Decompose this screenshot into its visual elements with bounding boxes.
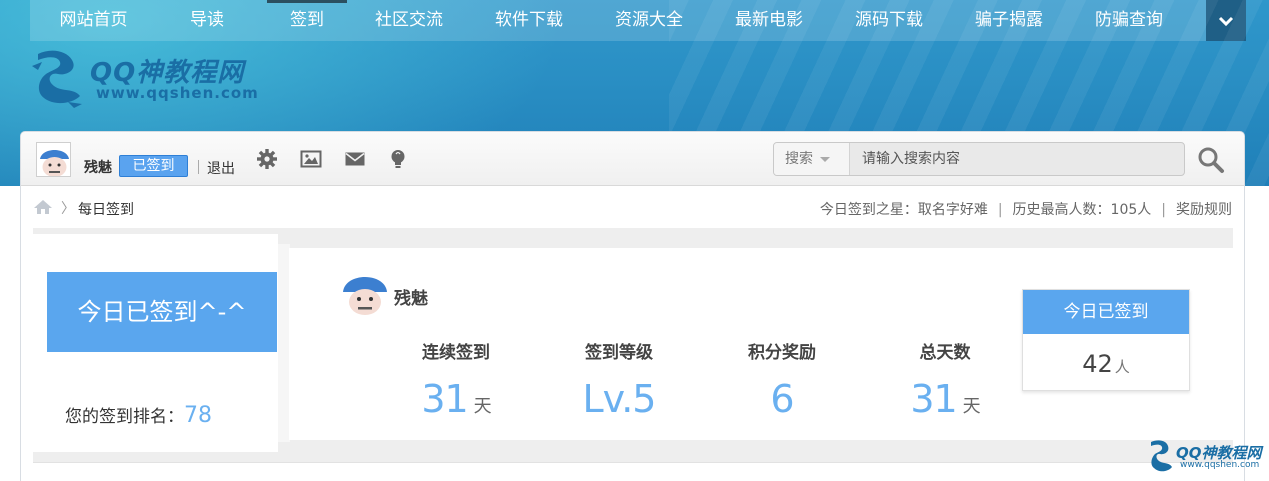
user-toolbar: 残魅 已签到 退出 搜索 请输入搜索内容 [21,132,1244,186]
home-icon[interactable] [33,199,53,215]
nav-more-button[interactable] [1206,0,1246,41]
avatar-image-icon [37,143,70,176]
stat-label: 积分奖励 [748,343,816,363]
nav-item-movies[interactable]: 最新电影 [701,0,837,41]
rank-info: 您的签到排名：78 [65,402,212,428]
sign-status-pane: 今日已签到^-^ 您的签到排名：78 [33,234,290,452]
username: 残魅 [394,289,428,309]
nav-item-guide[interactable]: 导读 [157,0,257,41]
avatar-image-icon [341,268,389,316]
nav-item-resources[interactable]: 资源大全 [597,0,701,41]
dragon-logo-icon [32,50,82,108]
stat-value: Lv.5 [582,377,657,421]
search-type-select[interactable]: 搜索 [774,143,850,175]
dragon-logo-icon [1151,440,1172,472]
nav-item-scam-check[interactable]: 防骗查询 [1077,0,1181,41]
top-navigation: 网站首页 导读 签到 社区交流 软件下载 资源大全 最新电影 源码下载 骗子揭露… [30,0,1246,41]
username[interactable]: 残魅 [84,157,112,177]
stat-label: 签到等级 [585,343,653,363]
stat-points-reward: 积分奖励 6 [722,338,842,421]
stat-value: 6 [770,377,794,421]
stat-label: 连续签到 [422,343,490,363]
stat-label: 总天数 [919,343,971,363]
signed-today-button[interactable]: 今日已签到^-^ [47,272,277,352]
nav-item-home[interactable]: 网站首页 [30,0,157,41]
stat-value: 31 天 [910,377,980,421]
today-signed-count-box: 今日已签到 42 人 [1022,289,1190,391]
nav-item-source-code[interactable]: 源码下载 [837,0,941,41]
sign-in-card: 残魅 已签到 退出 搜索 请输入搜索内容 〉 每日签到 今日签到之星：取名字好难… [20,131,1245,481]
stat-level: 签到等级 Lv.5 [559,338,679,421]
image-icon[interactable] [300,148,322,170]
signed-status-badge: 已签到 [119,155,188,177]
breadcrumb-current: 每日签到 [78,202,134,218]
today-signed-heading: 今日已签到 [1023,290,1189,334]
record-count: 历史最高人数：105人 [1012,202,1152,218]
site-logo[interactable]: QQ神教程网 www.qqshen.com [28,46,278,108]
stat-total-days: 总天数 31 天 [885,338,1005,421]
avatar[interactable] [36,142,71,177]
logo-url: www.qqshen.com [96,84,259,102]
breadcrumb-separator: 〉 [61,201,75,217]
divider [198,160,199,174]
nav-item-scam-exposure[interactable]: 骗子揭露 [941,0,1077,41]
sign-in-star: 今日签到之星：取名字好难 [819,202,988,218]
avatar[interactable] [341,268,389,316]
reward-rules-link[interactable]: 奖励规则 [1176,202,1232,218]
rank-label: 您的签到排名： [65,407,184,427]
chevron-down-icon [1218,16,1234,26]
gear-icon[interactable] [256,148,278,170]
divider: | [997,202,1003,218]
mail-icon[interactable] [344,148,366,170]
search-bar: 搜索 [773,142,1185,176]
sign-in-stats: 今日签到之星：取名字好难 | 历史最高人数：105人 | 奖励规则 [820,199,1232,219]
nav-item-community[interactable]: 社区交流 [357,0,461,41]
divider: | [1161,202,1166,218]
sign-details-pane: 残魅 连续签到 31 天 签到等级 Lv.5 积分奖励 6 总天数 31 天 今日已… [289,248,1233,440]
watermark-logo: QQ神教程网 www.qqshen.com [1146,438,1262,474]
rank-value: 78 [184,403,212,428]
stat-consecutive-days: 连续签到 31 天 [396,338,516,421]
divider [33,462,1233,463]
logout-link[interactable]: 退出 [207,158,235,178]
today-signed-count: 42 人 [1082,350,1130,378]
search-input[interactable] [851,143,1184,175]
lightbulb-icon[interactable] [387,148,409,170]
watermark-url: www.qqshen.com [1180,460,1260,470]
stat-value: 31 天 [421,377,491,421]
nav-item-signin[interactable]: 签到 [257,0,357,41]
nav-item-software[interactable]: 软件下载 [461,0,597,41]
caret-down-icon [820,156,830,162]
search-icon[interactable] [1197,146,1225,174]
